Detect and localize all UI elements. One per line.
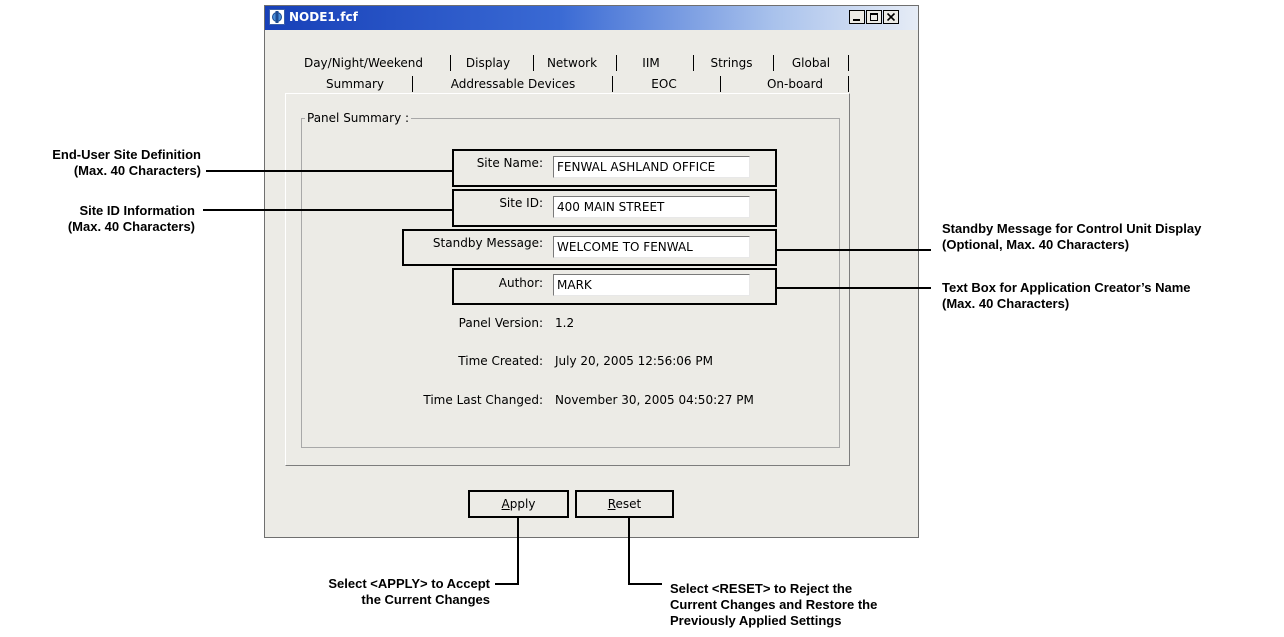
tab-divider [848,76,849,92]
leader-line [495,583,519,585]
apply-label: pply [509,497,536,511]
apply-mnemonic: A [501,497,510,511]
leader-line [628,517,630,585]
site-name-field[interactable]: FENWAL ASHLAND OFFICE [553,156,750,178]
minimize-icon [853,19,860,21]
callout-reset-line2: Current Changes and Restore the [670,597,878,612]
leader-line [777,287,931,289]
leader-line [203,209,452,211]
tab-divider [773,55,774,71]
callout-apply-line2: the Current Changes [361,592,490,607]
maximize-button[interactable] [866,10,882,24]
leader-line [517,517,519,585]
group-title: Panel Summary : [305,111,412,125]
app-icon [269,9,285,25]
callout-site-id: Site ID Information (Max. 40 Characters) [0,203,195,235]
callout-site-id-line2: (Max. 40 Characters) [67,219,195,234]
tab-day-night-weekend[interactable]: Day/Night/Weekend [298,54,429,72]
tab-display[interactable]: Display [453,54,523,72]
tab-network[interactable]: Network [537,54,607,72]
callout-site-definition-line1: End-User Site Definition [52,147,201,162]
time-created-value: July 20, 2005 12:56:06 PM [555,354,713,368]
tab-on-board[interactable]: On-board [745,75,845,93]
callout-reset-line3: Previously Applied Settings [670,613,842,628]
reset-mnemonic: R [607,497,616,511]
callout-reset-line1: Select <RESET> to Reject the [670,581,853,596]
tab-divider [720,76,721,92]
site-id-label: Site ID: [499,196,543,210]
callout-site-definition: End-User Site Definition (Max. 40 Charac… [0,147,201,179]
author-label: Author: [498,276,543,290]
callout-standby-message: Standby Message for Control Unit Display… [942,221,1284,253]
application-window: NODE1.fcf Day/Night/Weekend Display Netw… [264,5,919,538]
tab-addressable-devices[interactable]: Addressable Devices [433,75,593,93]
callout-site-id-line1: Site ID Information [79,203,195,218]
callout-apply-line1: Select <APPLY> to Accept [328,576,490,591]
tab-divider [848,55,849,71]
minimize-button[interactable] [849,10,865,24]
tab-divider [612,76,613,92]
tab-divider [616,55,617,71]
callout-author-line1: Text Box for Application Creator’s Name [942,280,1191,295]
tab-summary[interactable]: Summary [305,75,405,93]
callout-apply: Select <APPLY> to Accept the Current Cha… [262,576,490,608]
tab-divider [450,55,451,71]
callout-author-line2: (Max. 40 Characters) [942,296,1070,311]
panel-version-label: Panel Version: [458,316,543,330]
close-icon [886,12,896,22]
apply-button[interactable]: Apply [468,490,569,518]
site-id-field[interactable]: 400 MAIN STREET [553,196,750,218]
callout-standby-line2: (Optional, Max. 40 Characters) [942,237,1130,252]
site-name-label: Site Name: [476,156,543,170]
standby-message-field[interactable]: WELCOME TO FENWAL [553,236,750,258]
tab-divider [412,76,413,92]
callout-site-definition-line2: (Max. 40 Characters) [73,163,201,178]
callout-standby-line1: Standby Message for Control Unit Display [942,221,1202,236]
time-last-changed-label: Time Last Changed: [423,393,543,407]
window-title: NODE1.fcf [289,10,358,24]
author-field[interactable]: MARK [553,274,750,296]
reset-button[interactable]: Reset [575,490,674,518]
maximize-icon [870,13,878,21]
leader-line [628,583,662,585]
tab-eoc[interactable]: EOC [638,75,690,93]
title-bar[interactable]: NODE1.fcf [265,6,918,30]
callout-author: Text Box for Application Creator’s Name … [942,280,1284,312]
callout-reset: Select <RESET> to Reject the Current Cha… [670,581,960,629]
standby-message-label: Standby Message: [432,236,543,250]
time-last-changed-value: November 30, 2005 04:50:27 PM [555,393,754,407]
tab-iim[interactable]: IIM [631,54,671,72]
tab-strings[interactable]: Strings [699,54,764,72]
leader-line [206,170,452,172]
close-button[interactable] [883,10,899,24]
reset-label: eset [615,497,642,511]
panel-version-value: 1.2 [555,316,575,330]
tab-divider [693,55,694,71]
tab-global[interactable]: Global [781,54,841,72]
leader-line [777,249,931,251]
tab-divider [533,55,534,71]
time-created-label: Time Created: [458,354,543,368]
